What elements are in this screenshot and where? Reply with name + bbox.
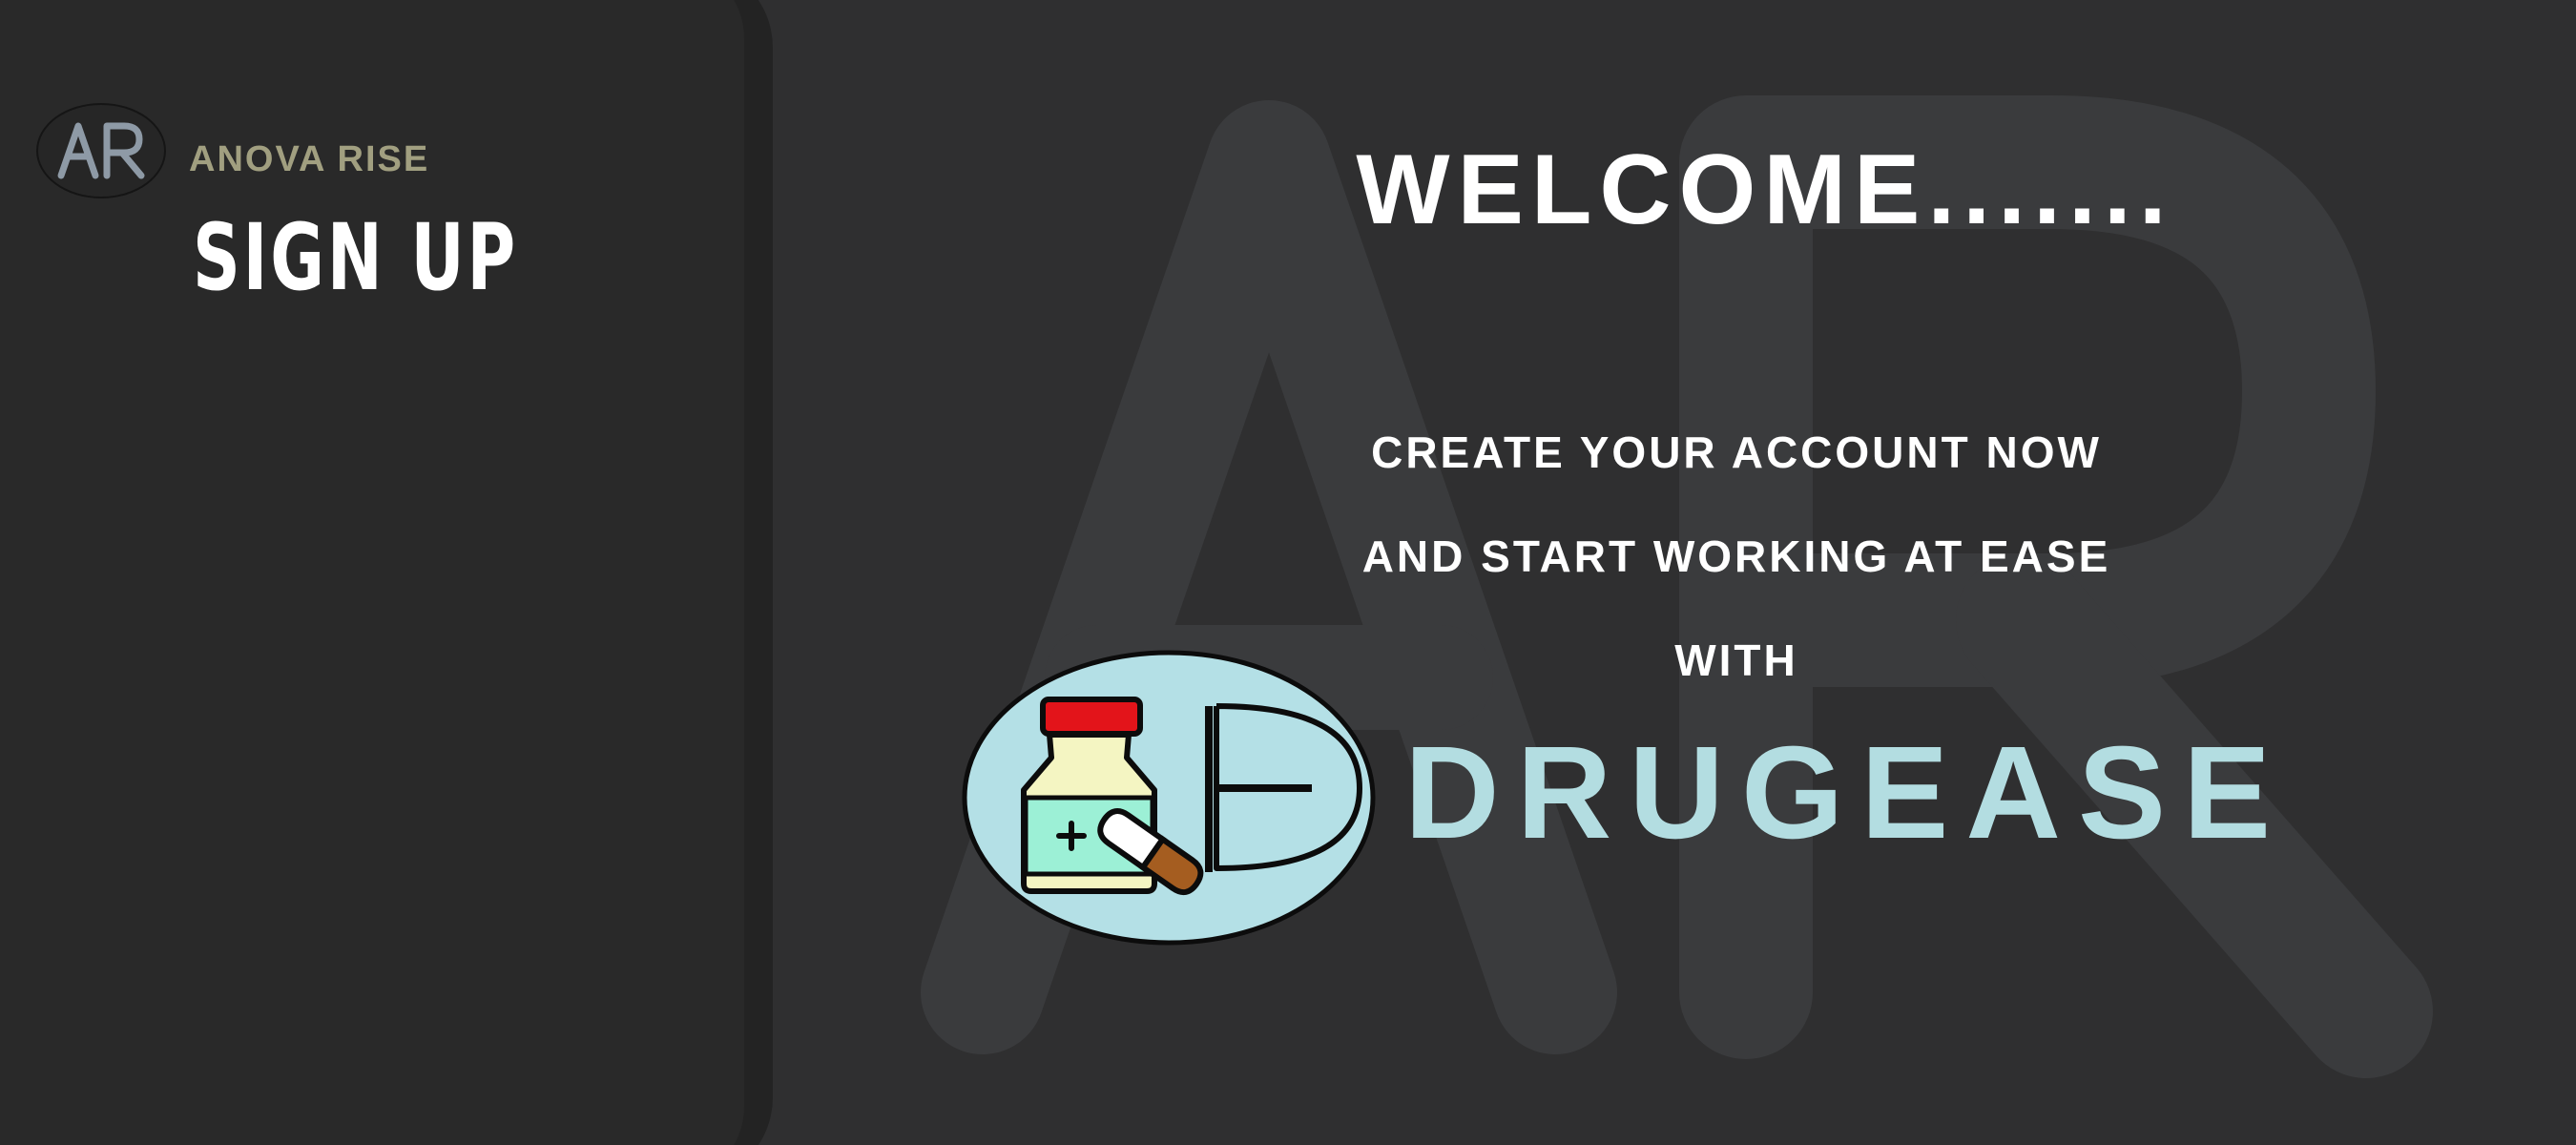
brand-logo <box>36 103 166 198</box>
signup-page: ANOVA RISE SIGN UP WELCOME....... CREATE… <box>0 0 2576 1145</box>
medicine-bottle-pill-icon <box>962 650 1376 946</box>
signup-title: SIGN UP <box>193 204 519 311</box>
tagline-line-3: WITH <box>1674 635 1798 685</box>
ar-watermark-icon <box>921 95 2433 1078</box>
product-name: DRUGEASE <box>1404 719 2289 866</box>
welcome-heading: WELCOME....... <box>1356 135 2174 245</box>
brand-name: ANOVA RISE <box>189 139 430 179</box>
tagline-line-1: CREATE YOUR ACCOUNT NOW <box>1371 427 2102 477</box>
tagline-line-2: AND START WORKING AT EASE <box>1361 531 2111 581</box>
ar-monogram-icon <box>57 122 145 179</box>
